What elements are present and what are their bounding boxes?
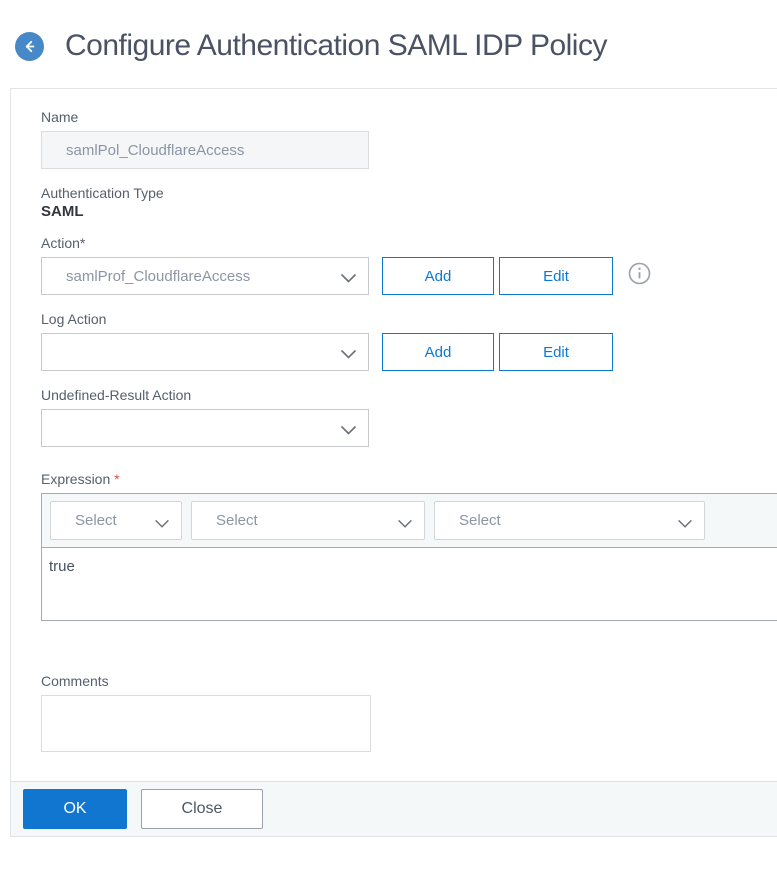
page-title: Configure Authentication SAML IDP Policy — [65, 29, 607, 62]
expression-select-1-value: Select — [75, 512, 117, 529]
form-footer: OK Close — [11, 781, 777, 836]
required-asterisk: * — [114, 471, 120, 487]
action-edit-button[interactable]: Edit — [499, 257, 613, 295]
expression-select-1[interactable]: Select — [50, 501, 182, 540]
expression-label: Expression * — [41, 471, 120, 487]
action-select[interactable]: samlProf_CloudflareAccess — [41, 257, 369, 295]
chevron-down-icon — [397, 516, 413, 533]
expression-input[interactable]: true — [42, 548, 777, 620]
auth-type-value: SAML — [41, 203, 84, 220]
undefined-result-action-label: Undefined-Result Action — [41, 387, 192, 403]
name-label: Name — [41, 109, 79, 125]
expression-editor: Select Select Select true — [41, 493, 777, 621]
expression-select-2-value: Select — [216, 512, 258, 529]
page-header: Configure Authentication SAML IDP Policy — [15, 29, 607, 63]
form-content: Name Authentication Type SAML Action* sa… — [11, 89, 777, 752]
action-label: Action* — [41, 235, 86, 251]
comments-label: Comments — [41, 673, 109, 689]
log-action-label: Log Action — [41, 311, 107, 327]
action-add-button[interactable]: Add — [382, 257, 494, 295]
log-action-edit-button[interactable]: Edit — [499, 333, 613, 371]
chevron-down-icon — [340, 271, 357, 288]
expression-select-3-value: Select — [459, 512, 501, 529]
chevron-down-icon — [340, 423, 357, 440]
arrow-left-icon — [21, 38, 38, 55]
ok-button[interactable]: OK — [23, 789, 127, 829]
info-icon[interactable] — [628, 262, 651, 290]
log-action-add-button[interactable]: Add — [382, 333, 494, 371]
chevron-down-icon — [677, 516, 693, 533]
chevron-down-icon — [154, 516, 170, 533]
action-select-value: samlProf_CloudflareAccess — [66, 267, 251, 285]
back-button[interactable] — [15, 31, 44, 61]
comments-input[interactable] — [41, 695, 371, 752]
auth-type-label: Authentication Type — [41, 185, 164, 201]
form-panel: Name Authentication Type SAML Action* sa… — [10, 88, 777, 837]
expression-select-3[interactable]: Select — [434, 501, 705, 540]
expression-toolbar: Select Select Select — [42, 494, 777, 548]
log-action-select[interactable] — [41, 333, 369, 371]
name-input[interactable] — [41, 131, 369, 169]
chevron-down-icon — [340, 347, 357, 364]
undefined-result-action-select[interactable] — [41, 409, 369, 447]
close-button[interactable]: Close — [141, 789, 263, 829]
expression-select-2[interactable]: Select — [191, 501, 425, 540]
